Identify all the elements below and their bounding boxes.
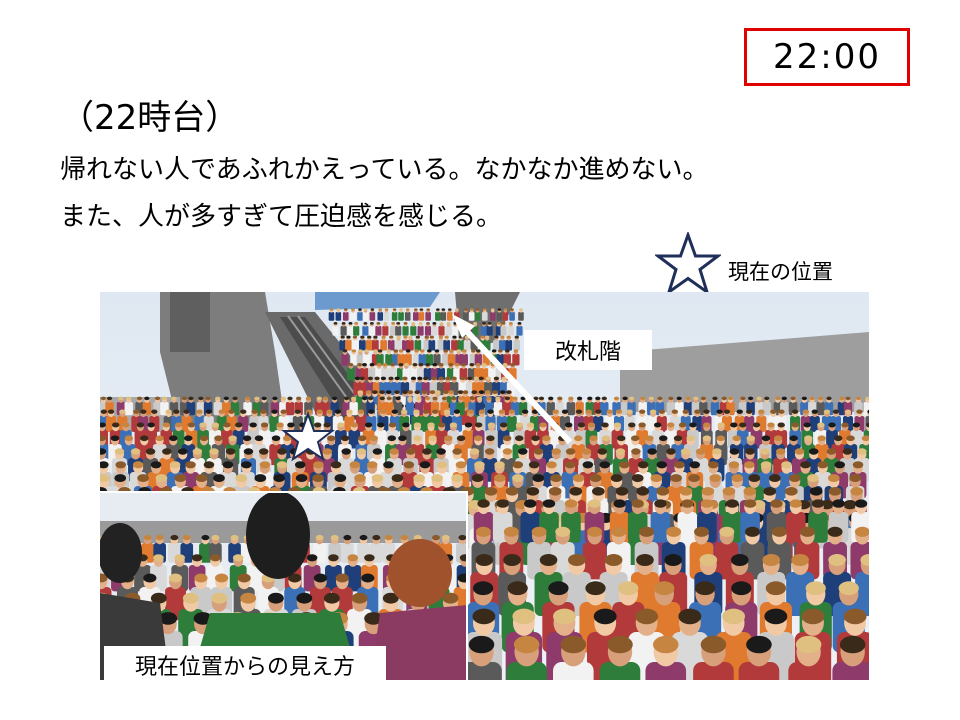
description-line-1: 帰れない人であふれかえっている。なかなか進めない。 (60, 155, 709, 185)
legend-label: 現在の位置 (728, 260, 833, 284)
gate-floor-label: 改札階 (524, 330, 652, 370)
description-line-2: また、人が多すぎて圧迫感を感じる。 (60, 202, 503, 232)
time-display: 22:00 (744, 28, 910, 86)
view-from-position-label: 現在位置からの見え方 (104, 646, 386, 684)
star-outline-icon (655, 232, 721, 296)
page-title: （22時台） (60, 98, 240, 138)
